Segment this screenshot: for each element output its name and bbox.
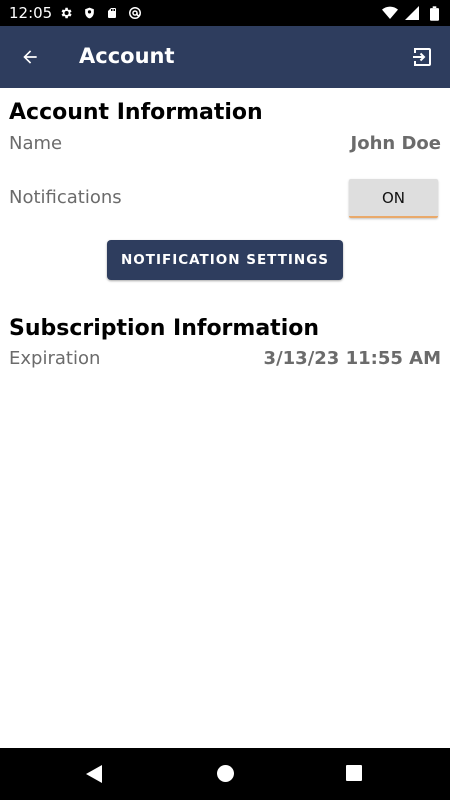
- name-label: Name: [9, 133, 63, 154]
- status-left-icons: [58, 5, 143, 21]
- battery-icon: [426, 5, 442, 21]
- notifications-label: Notifications: [9, 187, 122, 208]
- wifi-icon: [382, 5, 398, 21]
- name-value: John Doe: [350, 133, 441, 154]
- account-section-title: Account Information: [9, 100, 263, 125]
- status-right-icons: [382, 5, 442, 21]
- at-sign-icon: [127, 5, 143, 21]
- notification-settings-button[interactable]: NOTIFICATION SETTINGS: [107, 240, 343, 280]
- logout-button[interactable]: [406, 41, 438, 73]
- shield-icon: [81, 5, 97, 21]
- status-time: 12:05: [9, 4, 53, 22]
- page-title: Account: [79, 44, 175, 68]
- notifications-toggle[interactable]: ON: [349, 179, 438, 218]
- arrow-left-icon: [23, 50, 37, 64]
- exit-icon: [413, 48, 431, 66]
- app-bar: Account: [0, 26, 450, 88]
- status-bar: 12:05: [0, 0, 450, 26]
- expiration-value: 3/13/23 11:55 AM: [263, 348, 441, 369]
- gear-icon: [58, 5, 74, 21]
- expiration-label: Expiration: [9, 348, 101, 369]
- nav-back-icon[interactable]: [85, 765, 103, 783]
- nav-recents-icon[interactable]: [346, 765, 362, 781]
- subscription-section-title: Subscription Information: [9, 316, 320, 341]
- sd-card-icon: [104, 5, 120, 21]
- nav-home-icon[interactable]: [217, 765, 234, 782]
- back-button[interactable]: [14, 41, 46, 73]
- signal-icon: [404, 5, 420, 21]
- system-nav-bar: [0, 748, 450, 800]
